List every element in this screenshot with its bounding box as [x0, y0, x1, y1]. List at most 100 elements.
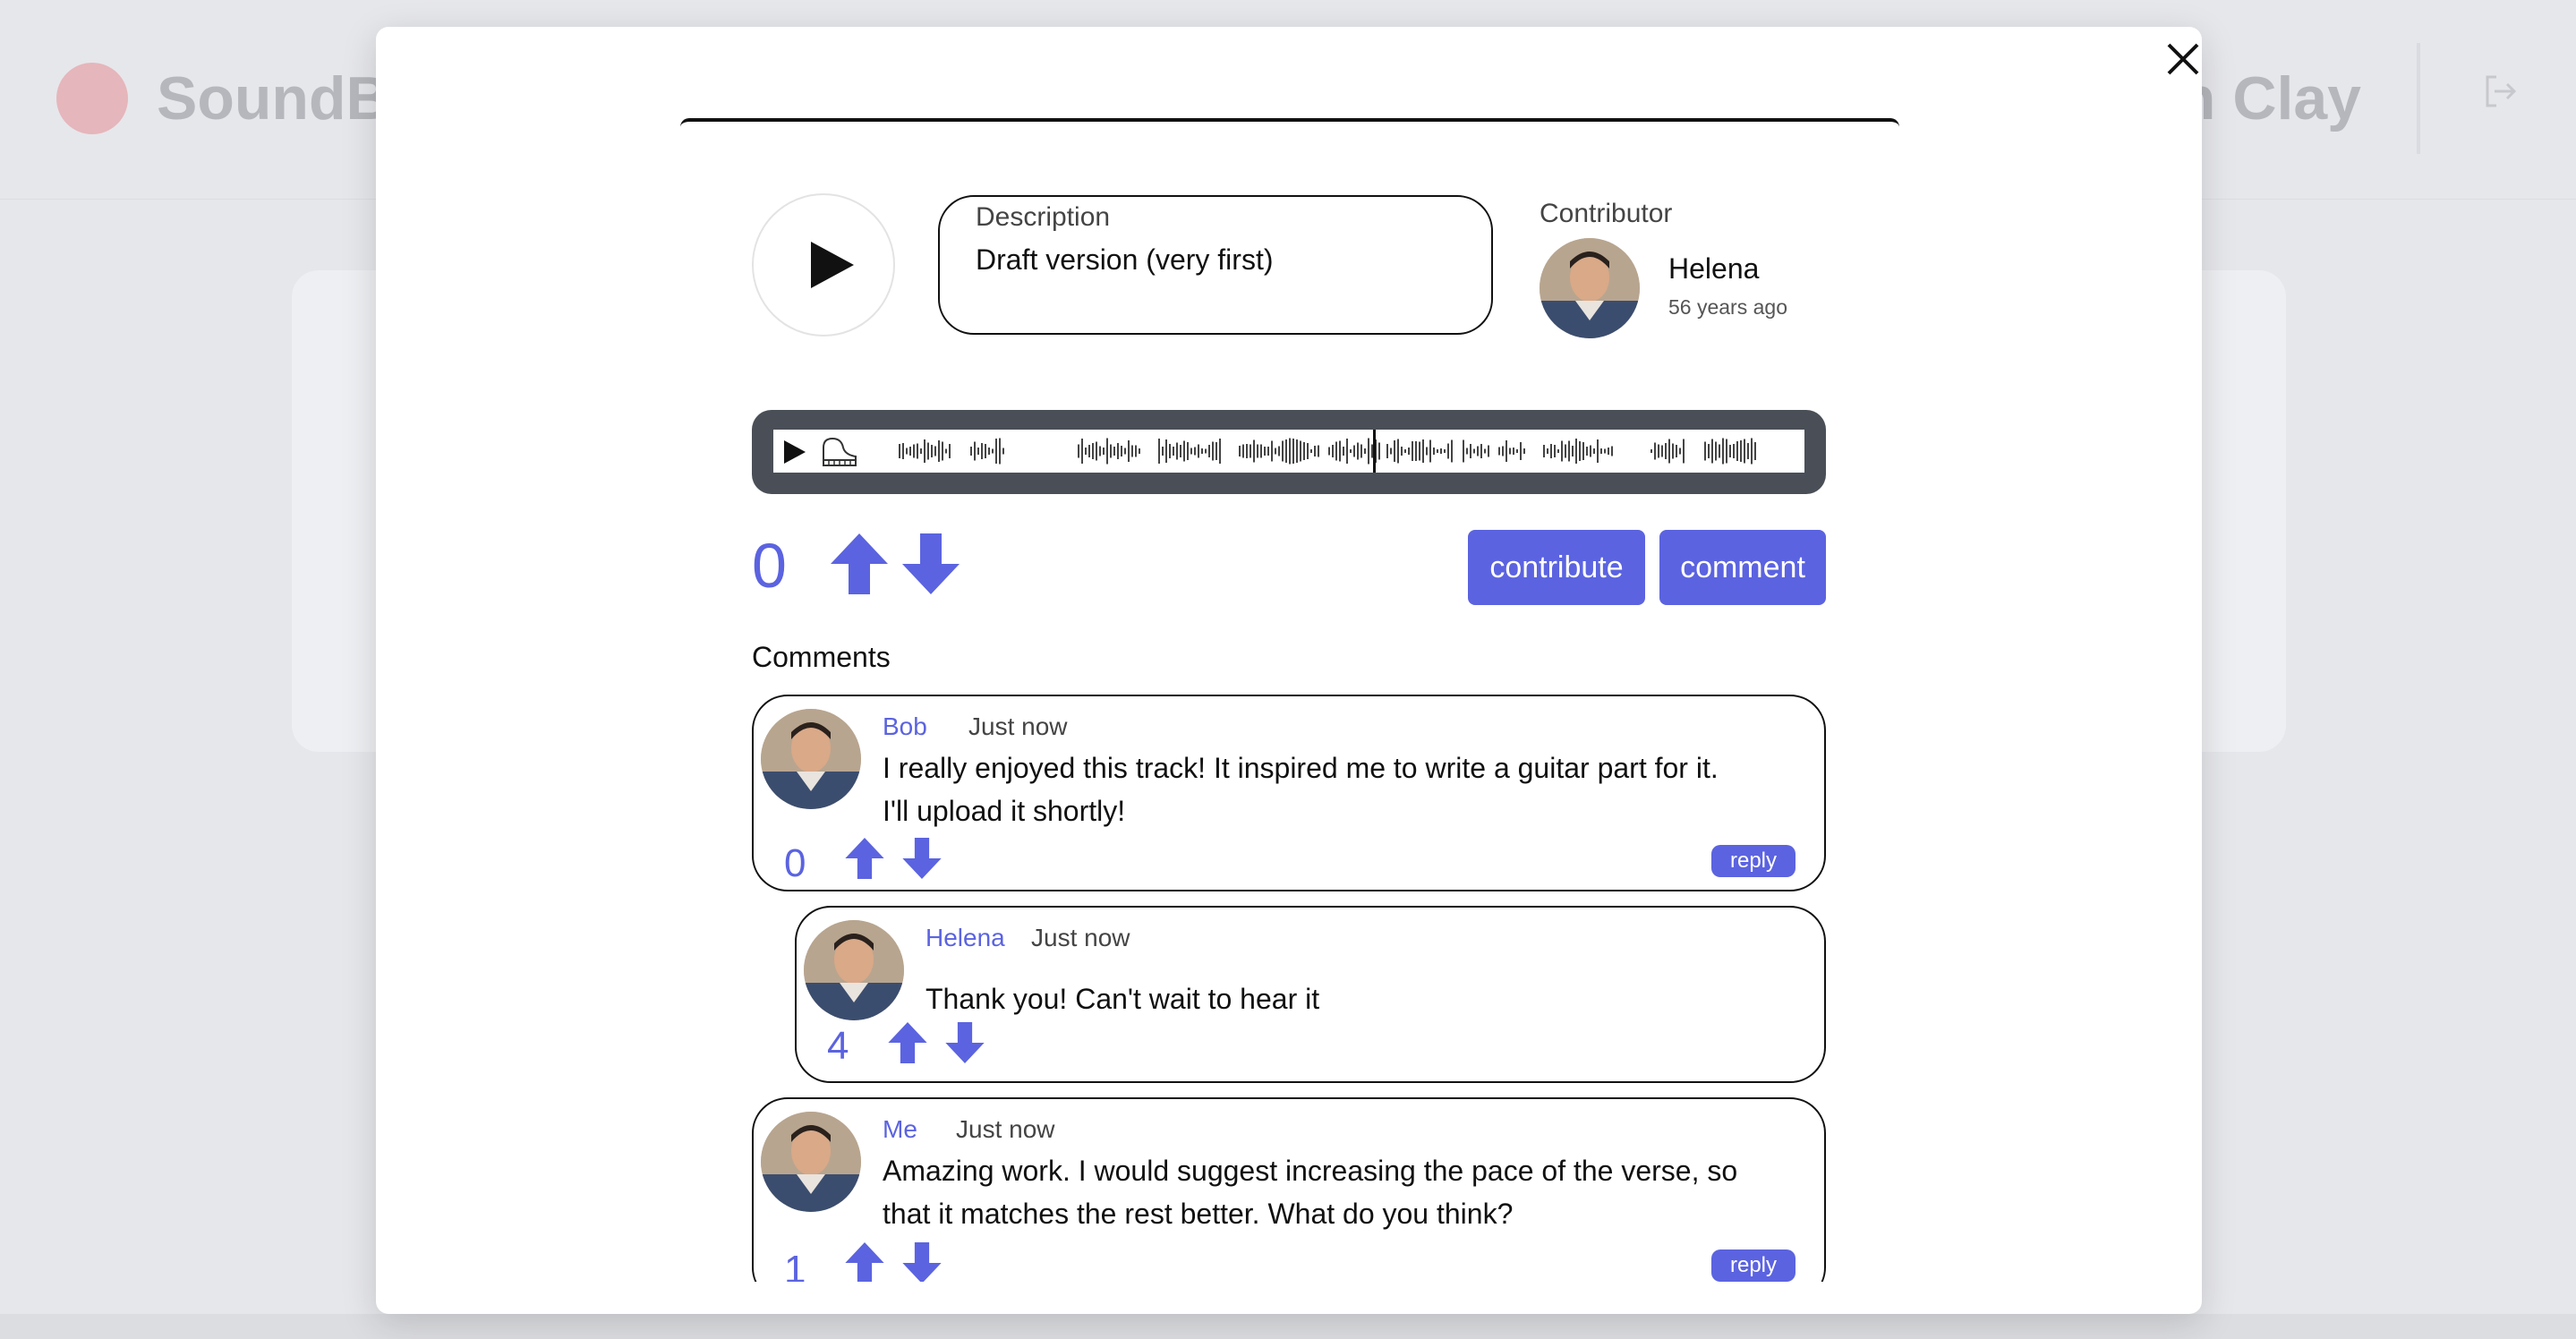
- waveform-bar: [1719, 444, 1720, 458]
- waveform-bar: [1397, 439, 1399, 464]
- arrow-up-icon[interactable]: [831, 533, 888, 594]
- logout-icon[interactable]: [2478, 72, 2522, 125]
- waveform-bar: [1390, 448, 1392, 455]
- arrow-down-icon[interactable]: [902, 533, 960, 594]
- waveform-bar: [1470, 444, 1471, 458]
- waveform-bar: [1121, 446, 1122, 456]
- reply-button[interactable]: reply: [1711, 845, 1796, 877]
- waveform-bar: [1433, 448, 1435, 455]
- arrow-down-icon[interactable]: [902, 1242, 942, 1282]
- waveform-bar: [1314, 446, 1316, 456]
- waveform-bar: [1488, 445, 1489, 457]
- waveform-bar: [1668, 439, 1670, 464]
- waveform-bar: [1165, 439, 1167, 463]
- waveform-bar: [1513, 448, 1514, 455]
- waveform-bar: [1368, 438, 1369, 465]
- arrow-up-icon[interactable]: [845, 1242, 884, 1282]
- waveform-bar: [1110, 444, 1112, 458]
- play-icon[interactable]: [782, 439, 807, 465]
- waveform-bar: [1729, 445, 1731, 457]
- waveform-bar: [934, 446, 936, 456]
- waveform-bar: [1307, 443, 1309, 459]
- waveform-bar: [1520, 442, 1522, 460]
- piano-icon[interactable]: [820, 435, 859, 469]
- waveform-bar: [1466, 448, 1468, 455]
- comment-author[interactable]: Me: [883, 1115, 917, 1144]
- waveform-bar: [1543, 445, 1545, 457]
- waveform[interactable]: [899, 430, 1794, 473]
- comment-author[interactable]: Helena: [925, 924, 1005, 952]
- waveform-bar: [1736, 441, 1738, 461]
- waveform-bar: [1658, 444, 1659, 458]
- avatar[interactable]: [804, 920, 904, 1020]
- waveform-bar: [1611, 446, 1613, 456]
- track-score: 0: [752, 531, 787, 601]
- waveform-bar: [974, 441, 976, 461]
- waveform-bar: [1002, 448, 1004, 455]
- arrow-up-icon[interactable]: [888, 1022, 927, 1063]
- comment-item: Bob Just now I really enjoyed this track…: [752, 695, 1826, 891]
- waveform-bar: [1201, 448, 1203, 454]
- comment-author[interactable]: Bob: [883, 712, 927, 741]
- waveform-bar: [1547, 448, 1548, 454]
- waveform-bar: [1158, 439, 1160, 464]
- waveform-bar: [1463, 439, 1464, 463]
- waveform-bar: [1106, 438, 1108, 465]
- waveform-bar: [1754, 442, 1756, 460]
- avatar[interactable]: [761, 709, 861, 809]
- play-icon: [811, 242, 854, 288]
- waveform-bar: [1654, 442, 1656, 460]
- reply-button[interactable]: reply: [1711, 1249, 1796, 1282]
- waveform-bar: [1253, 439, 1255, 463]
- waveform-bar: [1285, 439, 1287, 463]
- arrow-down-icon[interactable]: [945, 1022, 985, 1063]
- header-divider: [2417, 43, 2420, 154]
- waveform-bar: [1506, 440, 1507, 462]
- waveform-bar: [977, 448, 979, 455]
- waveform-bar: [1579, 441, 1581, 461]
- waveform-bar: [1296, 439, 1298, 463]
- arrow-down-icon[interactable]: [902, 838, 942, 879]
- avatar[interactable]: [761, 1112, 861, 1212]
- comment-time: Just now: [968, 712, 1068, 740]
- waveform-bar: [1516, 449, 1518, 453]
- logo-icon: [56, 63, 128, 134]
- waveform-bar: [1597, 439, 1599, 463]
- waveform-bar: [1378, 442, 1380, 460]
- waveform-bar: [1303, 442, 1305, 460]
- contributor-time: 56 years ago: [1668, 295, 1787, 319]
- waveform-bar: [1278, 446, 1280, 456]
- comment-score: 1: [784, 1248, 806, 1282]
- waveform-bar: [924, 439, 925, 463]
- waveform-bar: [1451, 439, 1453, 463]
- waveform-bar: [1747, 443, 1749, 459]
- description-label: Description: [976, 202, 1111, 232]
- waveform-bar: [1357, 442, 1359, 460]
- waveform-bar: [1113, 447, 1115, 456]
- waveform-bar: [1081, 439, 1083, 464]
- comment-button[interactable]: comment: [1659, 530, 1826, 605]
- contribute-button[interactable]: contribute: [1468, 530, 1645, 605]
- waveform-bar: [1264, 447, 1266, 456]
- waveform-bar: [931, 445, 933, 457]
- waveform-bar: [1744, 439, 1745, 464]
- waveform-bar: [1672, 443, 1674, 459]
- arrow-up-icon[interactable]: [845, 838, 884, 879]
- waveform-bar: [913, 444, 915, 458]
- waveform-bar: [938, 440, 940, 462]
- waveform-bar: [1096, 441, 1097, 461]
- audio-player: [752, 410, 1826, 494]
- track-play-button[interactable]: [752, 193, 895, 337]
- close-icon[interactable]: [2155, 30, 2202, 86]
- waveform-bar: [1190, 448, 1192, 455]
- contributor-name[interactable]: Helena: [1668, 252, 1759, 286]
- contributor-avatar[interactable]: [1540, 238, 1640, 338]
- waveform-bar: [1346, 439, 1348, 464]
- comment-time: Just now: [1031, 924, 1130, 951]
- waveform-bar: [1651, 449, 1652, 453]
- waveform-bar: [1401, 447, 1403, 456]
- waveform-bar: [1099, 446, 1101, 456]
- waveform-bar: [985, 444, 986, 458]
- waveform-bar: [917, 443, 918, 459]
- waveform-bar: [906, 448, 908, 455]
